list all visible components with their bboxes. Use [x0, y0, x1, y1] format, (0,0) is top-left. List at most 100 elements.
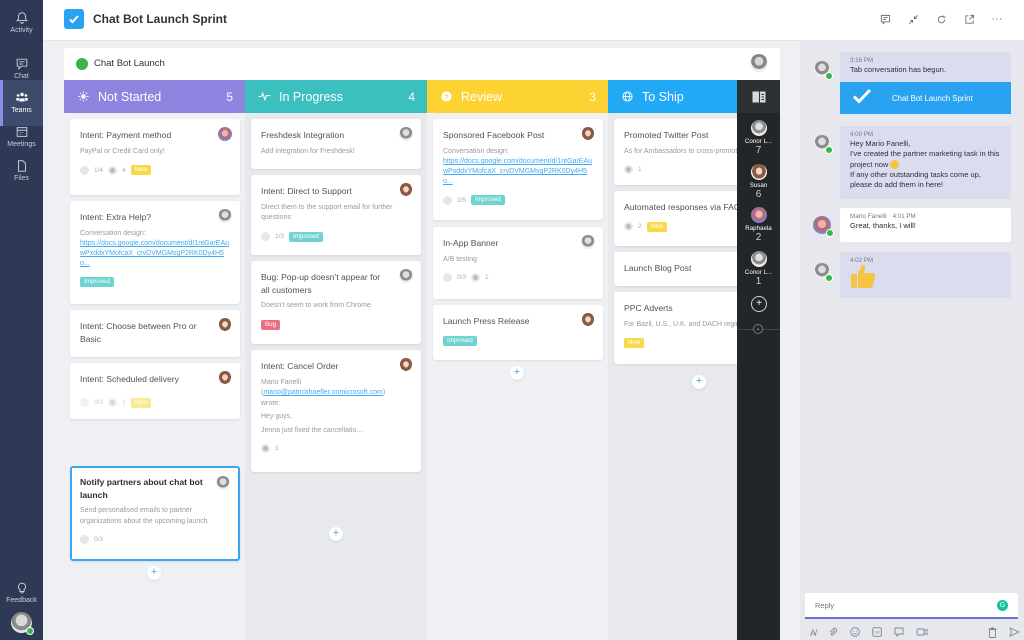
tag-bug: Bug	[261, 319, 281, 330]
task-card[interactable]: Launch Press Release Improved	[433, 305, 603, 360]
column-header-in-progress[interactable]: In Progress 4	[245, 80, 427, 113]
add-card-button[interactable]: +	[147, 566, 161, 580]
popout-icon[interactable]	[962, 12, 976, 26]
task-card[interactable]: Automated responses via FAQ 2 New	[614, 191, 737, 246]
card-description: Hey guys,	[261, 413, 293, 420]
checklist-count: 1/3	[275, 233, 285, 240]
column-title: To Ship	[642, 89, 684, 104]
gif-icon[interactable]: GIF	[872, 627, 882, 639]
member-item[interactable]: Conor L... 1	[737, 251, 780, 287]
card-link[interactable]: https://docs.google.com/document/d/1ntGa…	[443, 157, 593, 187]
send-icon[interactable]	[1009, 627, 1021, 639]
member-task-count: 6	[755, 189, 762, 200]
checklist-count: 0/3	[94, 536, 104, 543]
checklist-count: 1/4	[94, 166, 104, 174]
svg-text:GIF: GIF	[874, 631, 880, 635]
column-title: In Progress	[279, 89, 343, 104]
comment-count: 1	[485, 274, 489, 281]
message-time: 4:00 PM	[850, 131, 874, 138]
chat-icon	[16, 58, 27, 70]
column-header-to-ship[interactable]: To Ship	[608, 80, 737, 113]
attach-icon[interactable]	[828, 627, 838, 639]
column-header-not-started[interactable]: Not Started 5	[64, 80, 245, 113]
task-card-selected[interactable]: Notify partners about chat bot launch Se…	[70, 466, 240, 561]
member-item[interactable]: Conor L... 7	[737, 120, 780, 156]
rail-label: Feedback	[6, 597, 37, 604]
comment-icon	[471, 273, 481, 282]
card-description: For Bazil, U.S., U.K. and DACH regions	[624, 320, 737, 328]
card-title: Intent: Extra Help?	[80, 212, 152, 222]
assignee-avatar	[399, 127, 413, 141]
checklist-icon	[443, 195, 452, 205]
add-card-button[interactable]: +	[692, 375, 706, 389]
member-item[interactable]: Raphaela 2	[737, 207, 780, 243]
card-description: PayPal or Credit Card only!	[80, 147, 165, 155]
comment-icon	[624, 165, 633, 174]
card-description: As for Ambassadors to cross-promote	[624, 147, 737, 155]
card-title: In-App Banner	[443, 238, 499, 248]
task-card[interactable]: Intent: Cancel Order Mario Fanelli (mari…	[251, 350, 421, 472]
task-card[interactable]: PPC Adverts For Bazil, U.S., U.K. and DA…	[614, 292, 737, 364]
conversation-icon[interactable]	[878, 12, 892, 26]
collapse-icon[interactable]	[906, 12, 920, 26]
question-icon: ?	[439, 90, 453, 104]
column-header-review[interactable]: ? Review 3	[427, 80, 608, 113]
assignee-avatar	[399, 183, 413, 197]
member-task-count: 2	[755, 232, 762, 243]
presence-available-icon	[825, 146, 833, 154]
card-link[interactable]: https://docs.google.com/document/d/1ntGa…	[80, 239, 230, 269]
add-member-button[interactable]: +	[751, 296, 767, 312]
task-card[interactable]: Intent: Payment method PayPal or Credit …	[70, 119, 240, 195]
reply-input[interactable]	[805, 593, 975, 617]
rail-item-activity[interactable]: Activity	[0, 0, 43, 46]
meet-now-icon[interactable]	[916, 627, 928, 639]
rail-item-files[interactable]: Files	[0, 148, 43, 194]
more-icon[interactable]: ···	[990, 12, 1004, 26]
assignee-avatar	[399, 358, 413, 372]
assignee-avatar	[399, 269, 413, 283]
member-task-count: 1	[755, 276, 762, 287]
task-card[interactable]: Intent: Choose between Pro or Basic	[70, 310, 240, 357]
user-avatar[interactable]	[11, 612, 34, 635]
card-description: wrote:	[261, 399, 281, 407]
assignee-avatar	[218, 318, 232, 332]
comment-count: 1	[638, 166, 642, 173]
add-card-button[interactable]: +	[510, 366, 524, 380]
task-card[interactable]: Sponsored Facebook Post Conversation des…	[433, 119, 603, 220]
column-not-started: Intent: Payment method PayPal or Credit …	[64, 113, 245, 640]
chevron-down-icon[interactable]: ⌄	[753, 324, 763, 334]
refresh-icon[interactable]	[934, 12, 948, 26]
card-description: Jenna just fixed the cancellatio...	[261, 426, 363, 434]
assignee-avatar	[581, 235, 595, 249]
task-card[interactable]: Intent: Direct to Support Direct them to…	[251, 175, 421, 255]
format-icon[interactable]: A̸	[810, 628, 816, 638]
emoji-icon[interactable]	[850, 627, 860, 639]
sticker-icon[interactable]	[894, 627, 904, 639]
card-title: Promoted Twitter Post	[624, 130, 709, 140]
assignee-avatar	[581, 313, 595, 327]
delete-icon[interactable]	[988, 627, 997, 640]
svg-text:?: ?	[444, 92, 449, 101]
add-card-button[interactable]: +	[329, 527, 343, 541]
email-link[interactable]: mario@patrickhoefler.onmicrosoft.com	[263, 389, 383, 396]
message-text: Tab conversation has begun.	[850, 65, 946, 74]
task-card[interactable]: Launch Blog Post	[614, 252, 737, 286]
message-line: Hey Mario Fanelli,	[850, 139, 911, 148]
task-card[interactable]: In-App Banner A/B testing 0/3 1	[433, 227, 603, 299]
member-avatar	[750, 251, 767, 267]
card-title: Bug: Pop-up doesn't appear for all custo…	[261, 272, 381, 295]
project-owner-avatar[interactable]	[750, 54, 768, 72]
task-card[interactable]: Intent: Extra Help? Conversation design:…	[70, 201, 240, 304]
panel-toggle-button[interactable]	[737, 80, 780, 113]
rail-item-feedback[interactable]: Feedback	[0, 570, 43, 616]
task-card[interactable]: Promoted Twitter Post As for Ambassadors…	[614, 119, 737, 185]
grammarly-icon[interactable]: G	[997, 600, 1008, 611]
task-card-attachment[interactable]: Chat Bot Launch Sprint	[840, 82, 1011, 114]
task-card[interactable]: Intent: Scheduled delivery 0/3 1 New	[70, 363, 240, 419]
checklist-icon	[443, 273, 452, 282]
member-item[interactable]: Susan 6	[737, 164, 780, 200]
task-card[interactable]: Freshdesk Integration Add integration fo…	[251, 119, 421, 169]
task-card[interactable]: Bug: Pop-up doesn't appear for all custo…	[251, 261, 421, 344]
member-name: Conor L...	[744, 138, 773, 145]
presence-available-icon	[826, 229, 834, 237]
